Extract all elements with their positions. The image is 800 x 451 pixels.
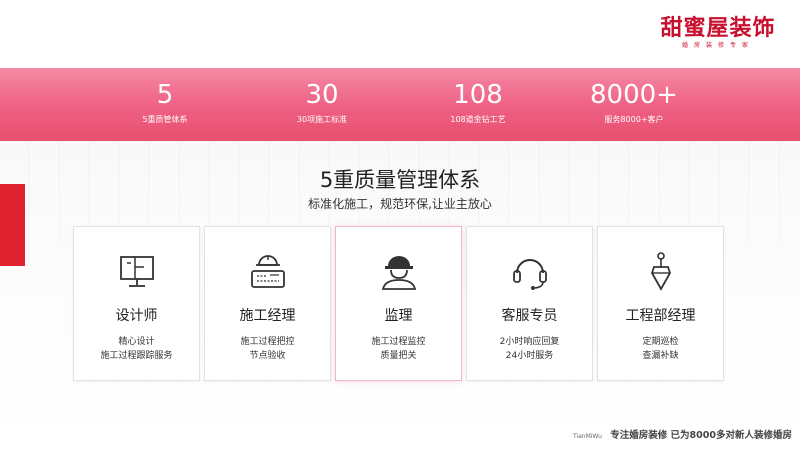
- card-desc-line: 施工过程跟踪服务: [100, 351, 173, 361]
- card-customer-service[interactable]: 客服专员 2小时响应回复 24小时服务: [466, 226, 593, 381]
- card-desc-line: 定期巡检: [642, 337, 679, 347]
- footer-text: 专注婚房装修 已为8000多对新人装修婚房: [610, 430, 792, 441]
- card-desc-line: 施工过程监控: [371, 337, 426, 347]
- card-desc-line: 24小时服务: [505, 351, 554, 361]
- stat-craft-processes: 108 108道金钻工艺: [398, 68, 558, 141]
- card-designer[interactable]: 设计师 精心设计 施工过程跟踪服务: [73, 226, 200, 381]
- card-desc-line: 质量把关: [380, 351, 417, 361]
- stats-band: 5 5重质管体系 30 30项施工标准 108 108道金钻工艺 8000+ 服…: [0, 68, 800, 141]
- plumb-bob-icon: [650, 252, 671, 291]
- card-description: 定期巡检 查漏补缺: [598, 335, 723, 363]
- footer-brand: TianMiWu: [572, 433, 602, 440]
- brand-logo: 甜蜜屋装饰 婚房装修专家: [658, 10, 778, 49]
- stat-customers-served: 8000+ 服务8000+客户: [554, 68, 714, 141]
- card-description: 2小时响应回复 24小时服务: [467, 335, 592, 363]
- stat-quality-system: 5 5重质管体系: [85, 68, 245, 141]
- stat-label: 服务8000+客户: [604, 115, 664, 124]
- footer-slogan: TianMiWu 专注婚房装修 已为8000多对新人装修婚房: [573, 427, 792, 441]
- card-title: 监理: [384, 308, 413, 324]
- stat-value: 8000+: [590, 80, 678, 110]
- stat-value: 5: [156, 80, 174, 110]
- stat-value: 108: [453, 80, 503, 110]
- card-desc-line: 施工过程把控: [240, 337, 295, 347]
- stat-label: 5重质管体系: [142, 115, 188, 124]
- monitor-icon: [119, 256, 154, 287]
- section-subtitle: 标准化施工，规范环保,让业主放心: [308, 197, 492, 211]
- card-description: 施工过程监控 质量把关: [336, 335, 461, 363]
- section-title: 5重质量管理体系: [319, 168, 481, 192]
- card-desc-line: 节点验收: [249, 351, 286, 361]
- card-desc-line: 查漏补缺: [642, 351, 679, 361]
- card-engineering-manager[interactable]: 工程部经理 定期巡检 查漏补缺: [597, 226, 724, 381]
- card-desc-line: 2小时响应回复: [499, 337, 560, 347]
- card-description: 施工过程把控 节点验收: [205, 335, 330, 363]
- card-construction-manager[interactable]: 施工经理 施工过程把控 节点验收: [204, 226, 331, 381]
- stat-label: 30项施工标准: [296, 115, 348, 124]
- card-supervisor[interactable]: 监理 施工过程监控 质量把关: [335, 226, 462, 381]
- card-title: 设计师: [115, 308, 158, 324]
- stat-construction-standards: 30 30项施工标准: [242, 68, 402, 141]
- card-title: 工程部经理: [625, 308, 696, 324]
- headset-icon: [512, 259, 547, 290]
- hardhat-person-icon: [381, 256, 416, 290]
- card-description: 精心设计 施工过程跟踪服务: [74, 335, 199, 363]
- card-desc-line: 精心设计: [118, 337, 155, 347]
- stat-value: 30: [305, 80, 339, 110]
- card-title: 客服专员: [501, 308, 558, 324]
- blueprint-worker-icon: [250, 255, 285, 288]
- logo-name: 甜蜜屋装饰: [660, 15, 776, 41]
- stat-label: 108道金钻工艺: [450, 115, 506, 124]
- card-title: 施工经理: [239, 308, 296, 324]
